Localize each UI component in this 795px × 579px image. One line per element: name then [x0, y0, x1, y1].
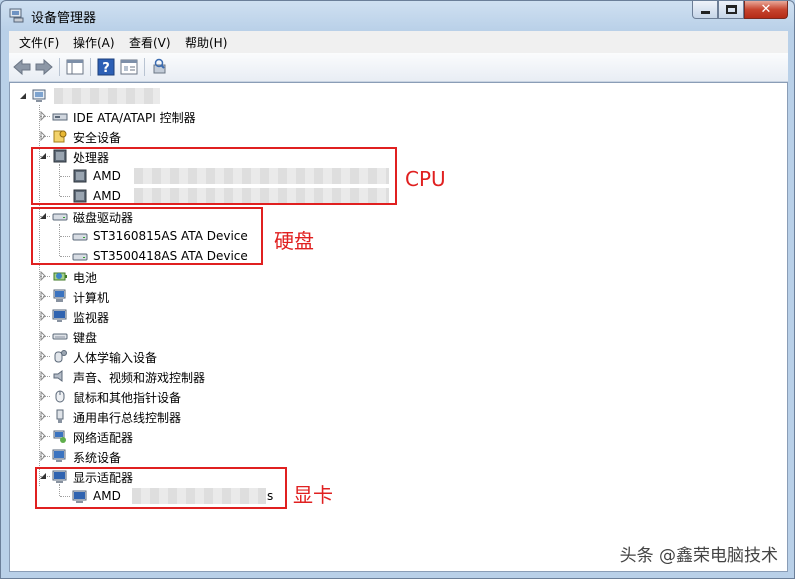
tree-category[interactable]: 人体学输入设备 [10, 346, 787, 366]
tree-category[interactable]: 电池 [10, 266, 787, 286]
forward-arrow-icon[interactable] [34, 57, 54, 77]
maximize-icon [726, 5, 737, 14]
tree-category[interactable]: 计算机 [10, 286, 787, 306]
tree-category[interactable]: 网络适配器 [10, 426, 787, 446]
expanded-arrow-icon[interactable] [19, 91, 27, 101]
collapsed-arrow-icon[interactable] [39, 391, 47, 401]
maximize-button[interactable] [718, 1, 744, 19]
tree-category[interactable]: IDE ATA/ATAPI 控制器 [10, 106, 787, 126]
collapsed-arrow-icon[interactable] [39, 311, 47, 321]
menu-view[interactable]: 查看(V) [129, 34, 171, 51]
tree-category[interactable]: 通用串行总线控制器 [10, 406, 787, 426]
ide-controller-icon [52, 113, 68, 121]
collapsed-arrow-icon[interactable] [39, 411, 47, 421]
collapsed-arrow-icon[interactable] [39, 111, 47, 121]
collapsed-arrow-icon[interactable] [39, 331, 47, 341]
keyboard-icon [52, 333, 68, 340]
category-label: 网络适配器 [73, 431, 134, 445]
window-title: 设备管理器 [31, 11, 97, 26]
category-label: 键盘 [73, 331, 98, 345]
svg-text:?: ? [102, 61, 110, 76]
tree-category[interactable]: 系统设备 [10, 446, 787, 466]
tree-category[interactable]: 键盘 [10, 326, 787, 346]
tree-root[interactable] [10, 86, 787, 106]
toolbar-separator [90, 58, 91, 76]
category-label: 计算机 [73, 291, 110, 305]
battery-icon [53, 272, 67, 281]
mouse-icon [55, 390, 65, 403]
tree-category[interactable]: 声音、视频和游戏控制器 [10, 366, 787, 386]
toolbar-separator [59, 58, 60, 76]
back-arrow-icon[interactable] [12, 57, 32, 77]
category-label: 电池 [73, 271, 98, 285]
close-icon: ✕ [760, 2, 772, 17]
category-label: 监视器 [73, 311, 110, 325]
category-label: 声音、视频和游戏控制器 [73, 371, 206, 385]
computer-icon [53, 289, 66, 302]
toolbar: ? [9, 53, 788, 82]
hid-icon [54, 350, 67, 363]
usb-icon [56, 409, 64, 423]
disk-annotation: 硬盘 [274, 229, 314, 253]
device-tree[interactable]: IDE ATA/ATAPI 控制器 安全设备 处理器 AMD AMD 磁盘驱动器 ST316… [9, 82, 788, 572]
device-manager-window: 设备管理器 ✕ 文件(F) 操作(A) 查看(V) 帮助(H) ? IDE AT… [0, 0, 795, 579]
collapsed-arrow-icon[interactable] [39, 291, 47, 301]
category-label: 安全设备 [73, 131, 122, 145]
cpu-annotation: CPU [405, 167, 446, 191]
category-label: 人体学输入设备 [73, 351, 158, 365]
security-device-icon [53, 130, 67, 143]
category-label: 鼠标和其他指针设备 [73, 391, 182, 405]
title-bar[interactable]: 设备管理器 ✕ [1, 1, 794, 29]
sound-icon [53, 370, 63, 382]
monitor-icon [52, 309, 67, 322]
system-device-icon [52, 449, 66, 462]
scan-hardware-icon[interactable] [150, 57, 170, 77]
properties-icon[interactable] [119, 57, 139, 77]
tree-category[interactable]: 监视器 [10, 306, 787, 326]
tree-category[interactable]: 安全设备 [10, 126, 787, 146]
menu-file[interactable]: 文件(F) [19, 34, 59, 51]
menu-help[interactable]: 帮助(H) [185, 34, 227, 51]
collapsed-arrow-icon[interactable] [39, 131, 47, 141]
disk-highlight-box [31, 207, 263, 265]
network-adapter-icon [53, 430, 66, 443]
menu-action[interactable]: 操作(A) [73, 34, 115, 51]
collapsed-arrow-icon[interactable] [39, 431, 47, 441]
cpu-highlight-box [31, 147, 397, 205]
collapsed-arrow-icon[interactable] [39, 451, 47, 461]
minimize-icon [701, 11, 710, 14]
toolbar-separator [144, 58, 145, 76]
menu-bar: 文件(F) 操作(A) 查看(V) 帮助(H) [9, 31, 788, 54]
help-icon[interactable]: ? [96, 57, 116, 77]
category-label: IDE ATA/ATAPI 控制器 [73, 111, 196, 125]
tree-category[interactable]: 鼠标和其他指针设备 [10, 386, 787, 406]
gpu-annotation: 显卡 [293, 483, 333, 507]
device-manager-icon [9, 8, 24, 23]
category-label: 通用串行总线控制器 [73, 411, 182, 425]
close-button[interactable]: ✕ [744, 1, 788, 19]
minimize-button[interactable] [692, 1, 718, 19]
redacted-name [54, 88, 160, 104]
collapsed-arrow-icon[interactable] [39, 271, 47, 281]
collapsed-arrow-icon[interactable] [39, 351, 47, 361]
watermark: 头条 @鑫荣电脑技术 [619, 546, 778, 566]
console-tree-icon[interactable] [65, 57, 85, 77]
collapsed-arrow-icon[interactable] [39, 371, 47, 381]
caption-buttons: ✕ [692, 1, 788, 21]
gpu-highlight-box [35, 467, 287, 509]
category-label: 系统设备 [73, 451, 122, 465]
computer-root-icon [32, 89, 46, 102]
